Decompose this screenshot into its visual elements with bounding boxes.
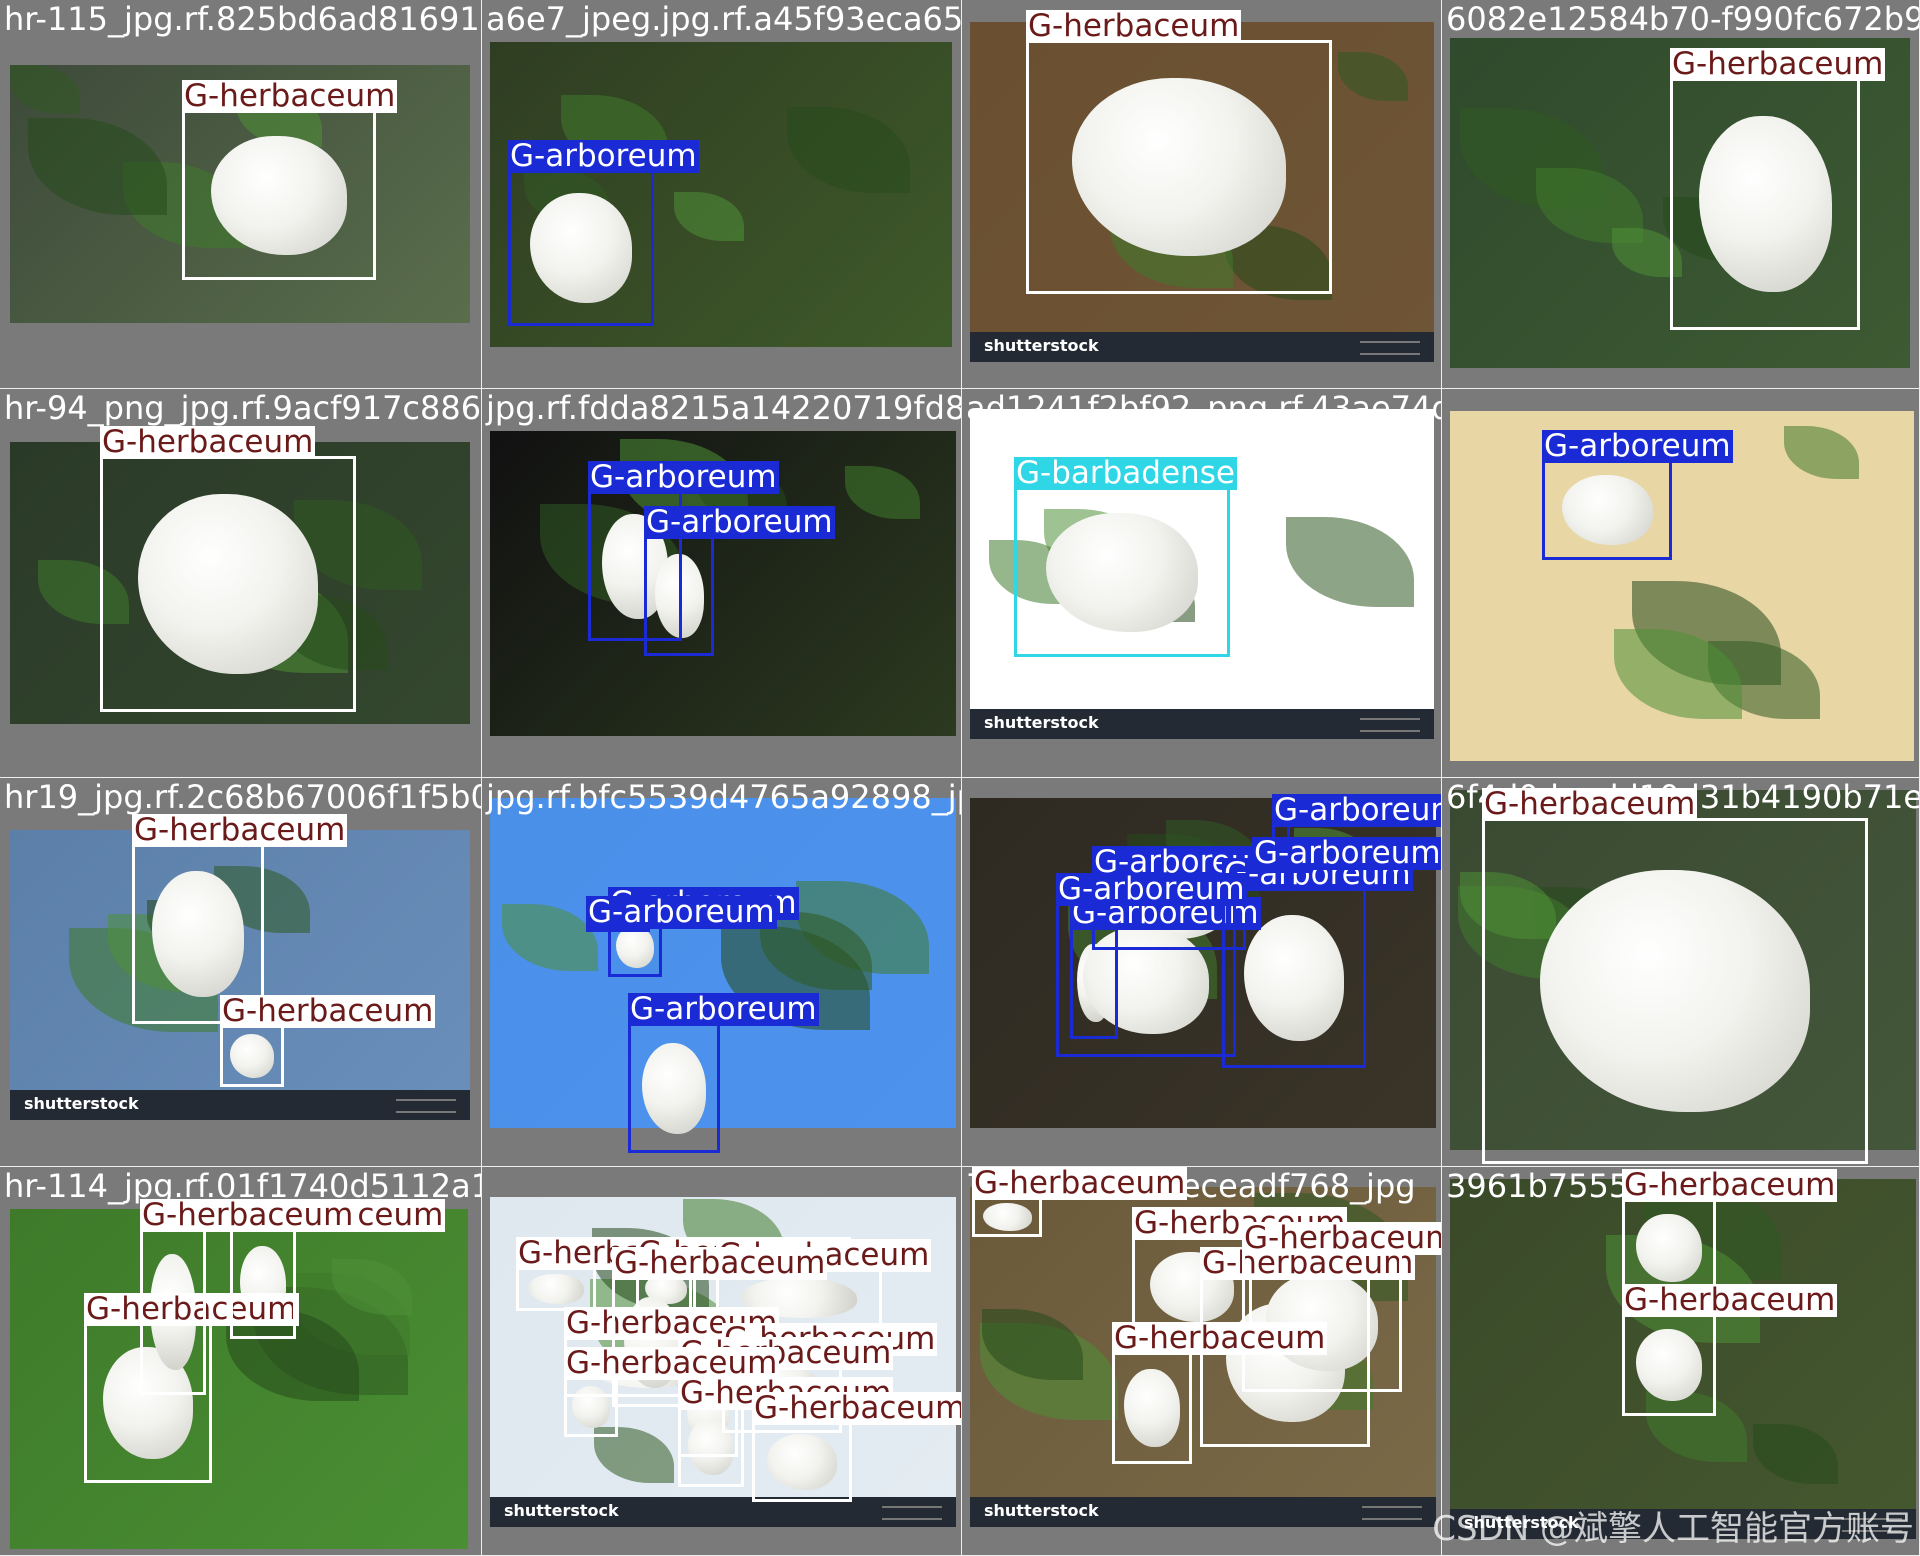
- detection-box: G-herbaceum: [1112, 1322, 1328, 1464]
- detection-box: G-herbaceum: [678, 1377, 894, 1487]
- detection-box: G-arboreum: [586, 896, 777, 932]
- tile: jpg.rf.bfc5539d4765a92898_jpeg.jpg.rf.8 G…: [482, 778, 962, 1167]
- detection-label: G-herbaceum: [1622, 1282, 1838, 1318]
- detection-box: G-arboreum: [644, 506, 835, 656]
- detection-box: G-herbaceum: [1026, 10, 1332, 294]
- stock-watermark-text: shutterstock: [984, 1501, 1099, 1520]
- tile: shutterstock hr19_jpg.rf.2c68b67006f1f5b0…: [0, 778, 482, 1167]
- tile: a6e7_jpeg.jpg.rf.a45f93eca6589925 G-arbor…: [482, 0, 962, 389]
- tile: hr-115_jpg.rf.825bd6ad81691468e123f7f9f3…: [0, 0, 482, 389]
- detection-box: G-arboreum: [1542, 430, 1733, 560]
- image-grid: hr-115_jpg.rf.825bd6ad81691468e123f7f9f3…: [0, 0, 1920, 1556]
- stock-watermark-lines: [882, 1506, 942, 1520]
- stock-watermark-text: shutterstock: [24, 1094, 139, 1113]
- detection-box: G-herbaceum: [182, 80, 398, 280]
- detection-box: G-herbaceum: [140, 1199, 356, 1395]
- detection-label: G-herbaceum: [132, 812, 348, 848]
- detection-label: G-herbaceum: [1242, 1222, 1441, 1255]
- tile: shutterstock 3961b7555204193e G-herbaceum G…: [1442, 1167, 1920, 1556]
- stock-watermark-bar: shutterstock: [10, 1090, 470, 1120]
- tile-filename: hr-94_png_jpg.rf.9acf917c886c58126_a5787: [4, 389, 482, 427]
- tile-filename: 6082e12584b70-f990fc672b9fc1ef2fabc1f340: [1446, 0, 1920, 38]
- stock-watermark-text: shutterstock: [504, 1501, 619, 1520]
- detection-label: G-arboreum: [1252, 835, 1441, 871]
- stock-watermark-lines: [1360, 718, 1420, 732]
- stock-watermark-bar: shutterstock: [970, 332, 1434, 362]
- tile: shutterstock G-herbaceum: [962, 0, 1442, 389]
- detection-label: G-arboreum: [628, 991, 819, 1027]
- detection-label: G-herbaceum: [100, 424, 316, 460]
- detection-box: G-herbaceum: [1482, 788, 1868, 1164]
- stock-watermark-lines: [1360, 341, 1420, 355]
- stock-watermark-bar: shutterstock: [970, 1497, 1436, 1527]
- stock-watermark-lines: [396, 1099, 456, 1113]
- detection-box: G-arboreum: [1252, 837, 1441, 873]
- detection-label: G-herbaceum: [182, 78, 398, 114]
- tile: shutterstock G-herbaceum G-herbaceum G-herb…: [482, 1167, 962, 1556]
- detection-box: G-herbaceum: [752, 1392, 961, 1502]
- stock-watermark-bar: shutterstock: [970, 709, 1434, 739]
- detection-label: G-herbaceum: [1482, 786, 1698, 822]
- tile: 6082e12584b70-f990fc672b9fc1ef2fabc1f340…: [1442, 0, 1920, 389]
- tile-filename: a6e7_jpeg.jpg.rf.a45f93eca6589925: [486, 0, 962, 38]
- stock-watermark-text: shutterstock: [984, 336, 1099, 355]
- detection-label: G-arboreum: [588, 459, 779, 495]
- detection-label: G-herbaceum: [972, 1167, 1188, 1201]
- tile: G-arboreum G-arboreum G-arboreum G-arboreum…: [962, 778, 1442, 1167]
- detection-box: G-arboreum: [508, 140, 699, 326]
- detection-label: G-herbaceum: [220, 993, 436, 1029]
- detection-label: G-arboreum: [644, 504, 835, 540]
- detection-box: G-herbaceum: [220, 995, 436, 1087]
- detection-box: G-arboreum: [628, 993, 819, 1153]
- tile-filename: hr19_jpg.rf.2c68b67006f1f5b0eab325c6a207: [4, 778, 481, 816]
- detection-label: G-arboreum: [1542, 428, 1733, 464]
- tile: G-arboreum: [1442, 389, 1920, 778]
- detection-label: G-arboreum: [1272, 794, 1441, 827]
- detection-box: G-arboreum: [1056, 873, 1247, 1057]
- stock-watermark-text: shutterstock: [984, 713, 1099, 732]
- detection-box: G-arboreum: [1222, 858, 1413, 1068]
- detection-box: G-herbaceum: [230, 1199, 446, 1339]
- tile: jpg.rf.fdda8215a14220719fd808337a06e9e35…: [482, 389, 962, 778]
- detection-label: G-herbaceum: [1112, 1320, 1328, 1356]
- detection-label: G-arboreum: [1056, 871, 1247, 907]
- tile-filename: jpg.rf.fdda8215a14220719fd808337a06e9e35…: [486, 389, 961, 427]
- detection-label: G-herbaceum: [1026, 8, 1242, 44]
- tile: shutterstock ad1241f2bf92_png.rf.43ae74d3…: [962, 389, 1442, 778]
- tile: hr-114_jpg.rf.01f1740d5112a1315ec2276c0f…: [0, 1167, 482, 1556]
- detection-box: G-herbaceum: [1622, 1284, 1838, 1416]
- tile-filename: jpg.rf.bfc5539d4765a92898_jpeg.jpg.rf.8: [486, 778, 961, 816]
- detection-box: G-herbaceum: [972, 1167, 1188, 1237]
- csdn-watermark: CSDN @斌擎人工智能官方账号: [1432, 1509, 1914, 1549]
- tile-filename: hr-115_jpg.rf.825bd6ad81691468e123f7f9f3…: [4, 0, 481, 38]
- detection-label: G-barbadense: [1014, 455, 1237, 491]
- tile: hr-94_png_jpg.rf.9acf917c886c58126_a5787…: [0, 389, 482, 778]
- detection-box: G-herbaceum: [100, 426, 356, 712]
- detection-box: G-herbaceum: [564, 1347, 780, 1437]
- detection-box: G-herbaceum: [1670, 48, 1886, 330]
- stock-watermark-bar: shutterstock: [490, 1497, 956, 1527]
- detection-label: G-herbaceum: [612, 1245, 828, 1281]
- detection-label: G-herbaceum: [1670, 46, 1886, 82]
- detection-box: G-barbadense: [1014, 457, 1237, 657]
- tile: 6f4d0daadd10d31b4190b71e4G-herbaceum: [1442, 778, 1920, 1167]
- detection-label: G-herbaceum: [752, 1392, 961, 1425]
- detection-label: G-herbaceum: [140, 1197, 356, 1233]
- detection-label: G-arboreum: [508, 138, 699, 174]
- tile: shutterstock 7f375664b42eceadf768_jpg G-he…: [962, 1167, 1442, 1556]
- detection-label: G-herbaceum: [1622, 1167, 1838, 1203]
- tile-filename: ad1241f2bf92_png.rf.43ae74d3124: [966, 389, 1441, 427]
- stock-watermark-lines: [1362, 1506, 1422, 1520]
- detection-label: G-arboreum: [586, 894, 777, 930]
